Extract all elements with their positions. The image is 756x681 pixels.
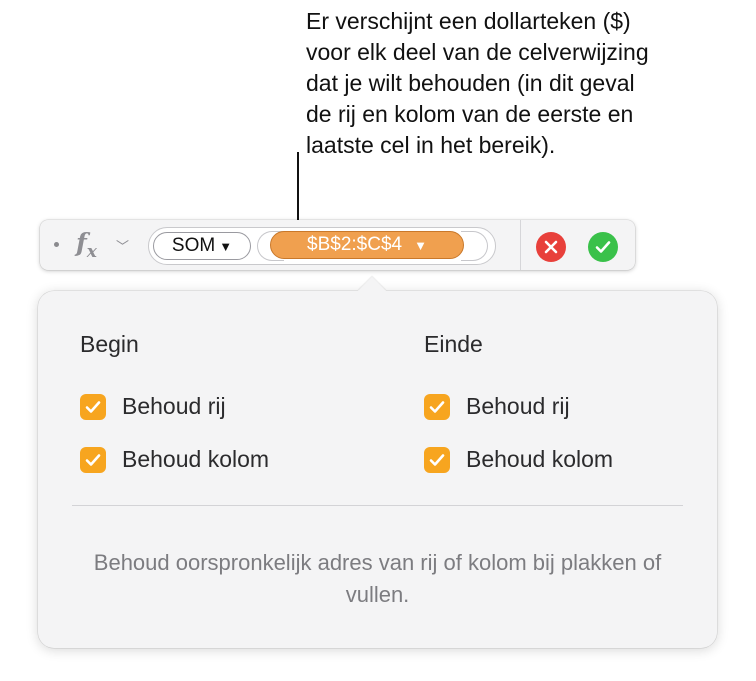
checkmark-icon <box>429 400 445 413</box>
begin-section: Begin Behoud rij Behoud kolom <box>80 331 269 486</box>
function-dropdown-icon[interactable]: ▼ <box>219 239 232 254</box>
begin-preserve-row-checkbox[interactable] <box>80 393 106 420</box>
cell-reference-token[interactable]: $B$2:$C$4 ▼ <box>270 231 464 259</box>
drag-handle-icon[interactable] <box>54 242 59 247</box>
formula-bar: fx ﹀ SOM ▼ $B$2:$C$4 ▼ <box>40 220 635 270</box>
callout-text: Er verschijnt een dollarteken ($) voor e… <box>306 8 649 158</box>
end-title: Einde <box>424 331 483 357</box>
end-section: Einde Behoud rij Behoud kolom <box>424 331 613 486</box>
begin-title: Begin <box>80 331 139 357</box>
end-preserve-column-label: Behoud kolom <box>466 446 614 472</box>
popover-arrow <box>357 276 387 306</box>
argument-bracket-right <box>461 231 488 261</box>
begin-preserve-row-option[interactable]: Behoud rij <box>80 380 269 433</box>
formula-field[interactable]: SOM ▼ $B$2:$C$4 ▼ <box>148 227 496 265</box>
reference-dropdown-icon[interactable]: ▼ <box>414 238 427 253</box>
popover-divider <box>72 505 683 506</box>
close-icon <box>544 240 558 254</box>
begin-preserve-column-label: Behoud kolom <box>122 446 270 472</box>
accept-button[interactable] <box>588 232 618 262</box>
cancel-button[interactable] <box>536 232 566 262</box>
begin-preserve-row-label: Behoud rij <box>122 393 226 419</box>
reference-options-popover: Begin Behoud rij Behoud kolom Einde Beho… <box>38 276 717 648</box>
checkmark-icon <box>85 453 101 466</box>
end-preserve-row-label: Behoud rij <box>466 393 570 419</box>
end-preserve-row-option[interactable]: Behoud rij <box>424 380 613 433</box>
begin-preserve-column-checkbox[interactable] <box>80 446 106 473</box>
begin-preserve-column-option[interactable]: Behoud kolom <box>80 433 269 486</box>
function-name: SOM <box>171 235 216 256</box>
checkmark-icon <box>429 453 445 466</box>
formula-bar-divider <box>520 220 521 270</box>
end-preserve-column-checkbox[interactable] <box>424 446 450 473</box>
help-text: Behoud oorspronkelijk adres van rij of k… <box>93 550 662 607</box>
checkmark-icon <box>85 400 101 413</box>
checkmark-icon <box>595 241 611 253</box>
chevron-down-icon[interactable]: ﹀ <box>116 236 129 255</box>
end-preserve-row-checkbox[interactable] <box>424 393 450 420</box>
cell-reference-text: $B$2:$C$4 <box>307 234 403 255</box>
function-icon[interactable]: fx <box>76 228 97 262</box>
end-preserve-column-option[interactable]: Behoud kolom <box>424 433 613 486</box>
function-token[interactable]: SOM ▼ <box>153 232 251 260</box>
